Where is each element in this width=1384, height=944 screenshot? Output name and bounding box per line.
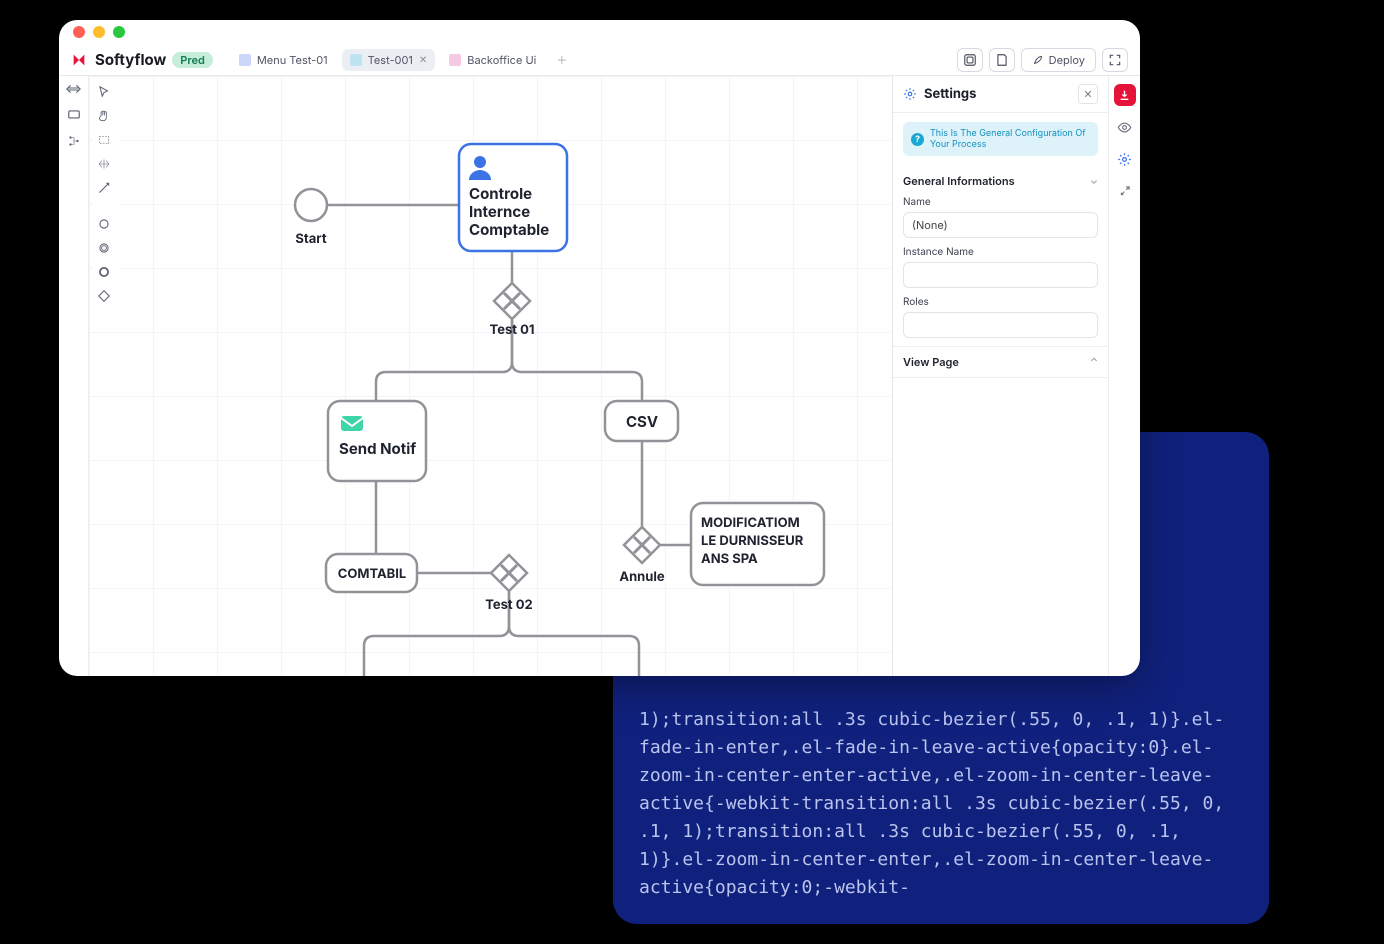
section-title: View Page	[903, 355, 959, 369]
tab-backoffice-ui[interactable]: Backoffice Ui	[441, 49, 544, 71]
folder-icon	[449, 54, 461, 66]
screen-tool[interactable]	[65, 106, 83, 124]
settings-hint: ? This Is The General Configuration Of Y…	[903, 122, 1098, 156]
settings-title: Settings	[924, 86, 1071, 102]
visibility-button[interactable]	[1114, 116, 1136, 138]
tree-tool[interactable]	[65, 132, 83, 150]
roles-input[interactable]	[903, 312, 1098, 338]
env-badge: Pred	[172, 52, 213, 68]
settings-panel: Settings ✕ ? This Is The General Configu…	[892, 76, 1108, 676]
workflow-icon	[350, 54, 362, 66]
left-dock: ⇔	[59, 76, 89, 676]
rocket-icon	[1032, 54, 1044, 66]
tab-label: Menu Test-01	[257, 53, 328, 67]
deploy-button[interactable]: Deploy	[1021, 48, 1096, 72]
window-minimize-icon[interactable]	[93, 26, 105, 38]
fit-tool[interactable]: ⇔	[65, 80, 83, 98]
tools-button[interactable]	[1114, 180, 1136, 202]
tab-menu-test-01[interactable]: Menu Test-01	[231, 49, 336, 71]
topbar: Softyflow Pred Menu Test-01 Test-001 ✕ B…	[59, 44, 1140, 76]
node-label: CSV	[626, 412, 658, 431]
name-input[interactable]	[903, 212, 1098, 238]
help-icon: ?	[911, 133, 924, 146]
add-tab-button[interactable]: ＋	[550, 49, 573, 71]
roles-label: Roles	[903, 296, 1098, 308]
instance-name-input[interactable]	[903, 262, 1098, 288]
close-icon[interactable]: ✕	[419, 54, 427, 66]
menu-icon	[239, 54, 251, 66]
node-label: Send Notif	[339, 439, 416, 458]
hint-text: This Is The General Configuration Of You…	[930, 128, 1090, 150]
mail-icon	[341, 416, 363, 431]
tab-label: Test-001	[368, 53, 413, 67]
deploy-label: Deploy	[1049, 53, 1085, 67]
tab-label: Backoffice Ui	[467, 53, 536, 67]
save-button[interactable]	[989, 48, 1015, 72]
window-close-icon[interactable]	[73, 26, 85, 38]
instance-name-label: Instance Name	[903, 246, 1098, 258]
download-button[interactable]	[1114, 84, 1136, 106]
fullscreen-button[interactable]	[1102, 48, 1128, 72]
section-general-header[interactable]: General Informations ⌄	[903, 174, 1098, 188]
section-view-header[interactable]: View Page ⌃	[903, 355, 1098, 369]
preview-button[interactable]	[957, 48, 983, 72]
app-window: Softyflow Pred Menu Test-01 Test-001 ✕ B…	[59, 20, 1140, 676]
workspace: ⇔	[59, 76, 1140, 676]
close-panel-button[interactable]: ✕	[1078, 84, 1098, 104]
name-label: Name	[903, 196, 1098, 208]
gw-test02-label: Test 02	[485, 597, 532, 613]
node-label: COMTABIL	[338, 566, 407, 582]
gateway-annule[interactable]	[624, 527, 660, 563]
tab-strip: Menu Test-01 Test-001 ✕ Backoffice Ui ＋	[231, 49, 573, 71]
gateway-test02[interactable]	[491, 555, 527, 591]
app-brand: Softyflow	[95, 50, 166, 69]
chevron-down-icon: ⌄	[1090, 175, 1098, 187]
app-logo-icon	[71, 52, 87, 68]
canvas[interactable]: Start ControleInternceComptable Test 01 …	[89, 76, 892, 676]
start-event-node[interactable]	[295, 189, 327, 221]
chevron-up-icon: ⌃	[1090, 356, 1098, 368]
section-title: General Informations	[903, 174, 1015, 188]
right-dock	[1108, 76, 1140, 676]
tab-test-001[interactable]: Test-001 ✕	[342, 49, 436, 71]
gw-test01-label: Test 01	[490, 322, 535, 338]
window-maximize-icon[interactable]	[113, 26, 125, 38]
diagram-svg: Start ControleInternceComptable Test 01 …	[89, 76, 892, 676]
start-label: Start	[295, 231, 326, 247]
gateway-test01[interactable]	[494, 283, 530, 319]
gw-annule-label: Annule	[619, 569, 665, 585]
settings-tab-button[interactable]	[1114, 148, 1136, 170]
macos-titlebar	[59, 20, 1140, 44]
gear-icon	[903, 87, 917, 101]
